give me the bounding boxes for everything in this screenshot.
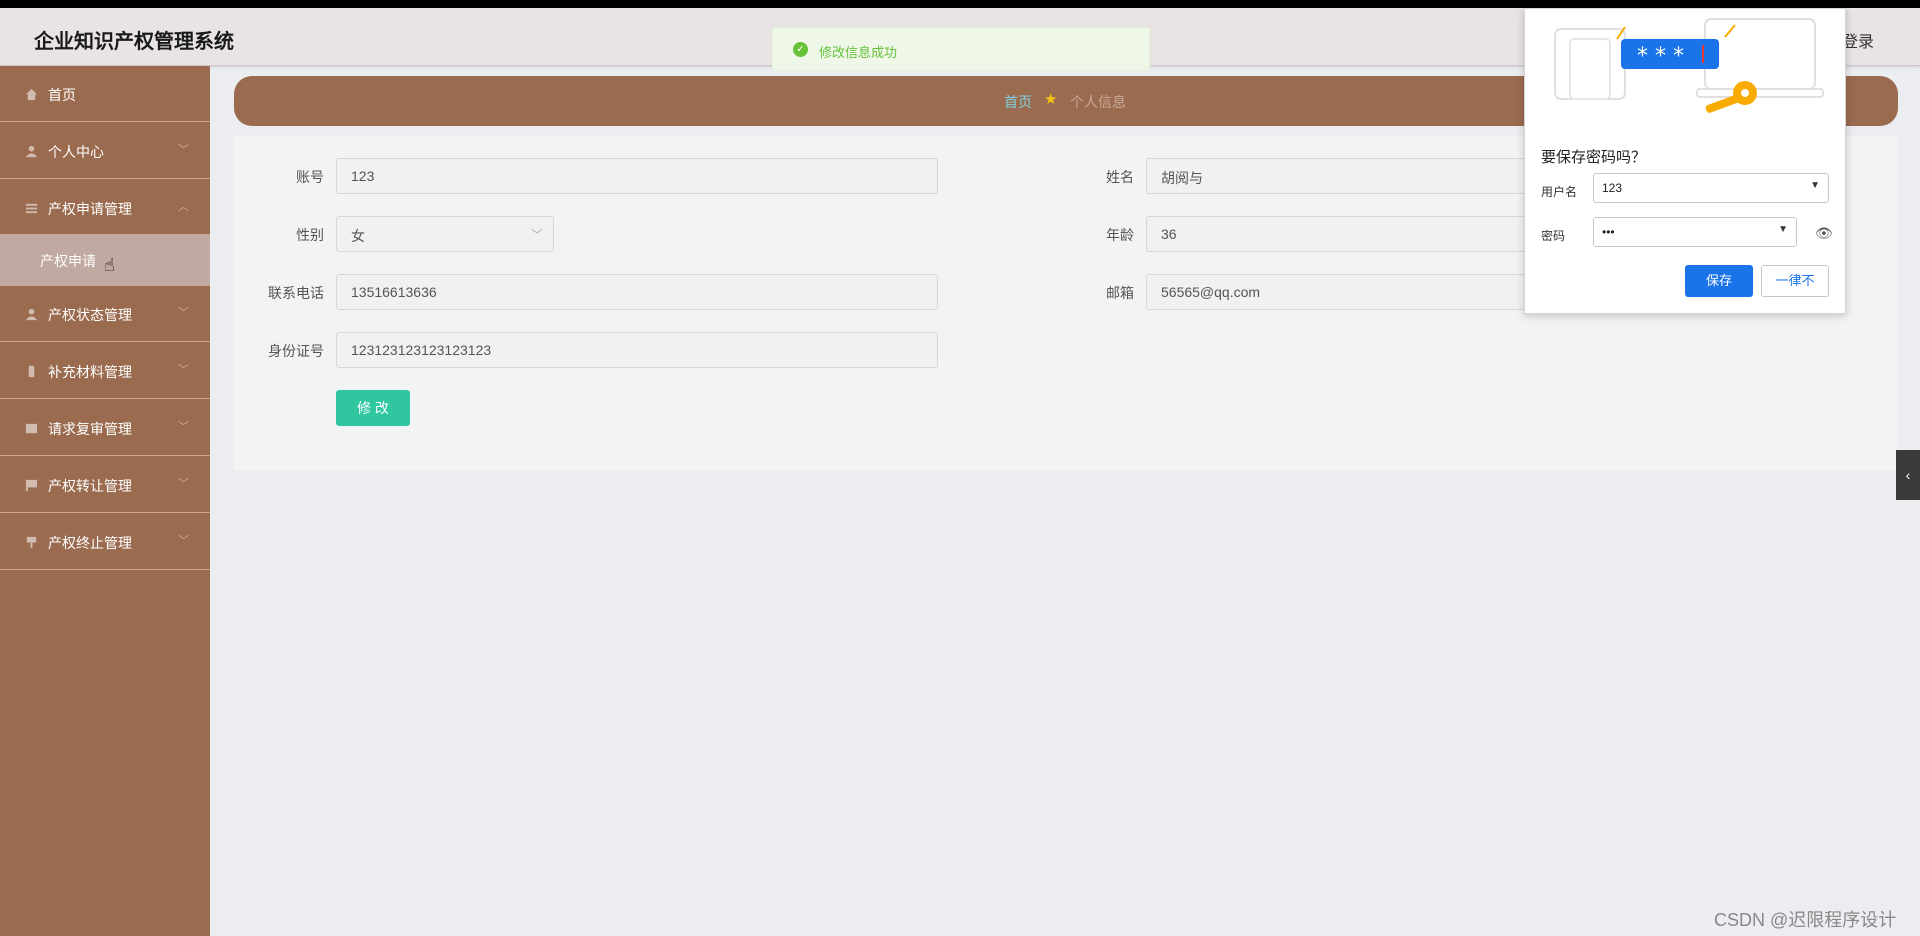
password-illustration: * * * — [1554, 18, 1824, 113]
eye-icon[interactable]: 👁 — [1815, 225, 1833, 242]
user-icon — [25, 145, 38, 158]
chevron-down-icon: ﹀ — [178, 144, 189, 156]
sidebar-subitem-label: 产权申请 — [40, 253, 96, 269]
sidebar-item-review[interactable]: 请求复审管理 ﹀ — [0, 400, 210, 456]
gender-select-value: 女 — [351, 228, 365, 244]
sidebar-item-label: 请求复审管理 — [48, 421, 132, 437]
sidebar-item-label: 补充材料管理 — [48, 364, 132, 380]
sidebar-item-home[interactable]: 首页 — [0, 66, 210, 122]
illustration-mask-text: * * * — [1637, 44, 1684, 69]
watermark: CSDN @迟限程序设计 — [1714, 910, 1897, 930]
sidebar-item-personal-center[interactable]: 个人中心 ﹀ — [0, 123, 210, 179]
sidebar-item-label: 首页 — [48, 87, 76, 103]
check-circle-icon: ✓ — [793, 42, 808, 57]
age-label: 年龄 — [1106, 227, 1134, 243]
age-field[interactable]: 36 — [1146, 216, 1526, 252]
window-top-edge — [0, 0, 1920, 8]
gender-label: 性别 — [296, 227, 324, 243]
phone-icon — [28, 365, 35, 378]
idcard-field[interactable]: 123123123123123123 — [336, 332, 938, 368]
chevron-left-icon: ‹ — [1905, 467, 1911, 483]
save-password-popup: * * * 要保存密码吗？ 用户名 123 ▼ 密码 ••• ▼ 👁 保存 一律… — [1524, 8, 1846, 314]
dropdown-arrow-icon: ▼ — [1778, 224, 1788, 235]
user-icon — [25, 308, 38, 321]
sidebar-item-termination[interactable]: 产权终止管理 ﹀ — [0, 514, 210, 570]
idcard-label: 身份证号 — [268, 343, 324, 359]
chevron-down-icon: ﹀ — [178, 421, 189, 433]
save-password-button[interactable]: 保存 — [1685, 265, 1753, 297]
password-select[interactable]: ••• ▼ — [1593, 217, 1797, 247]
chevron-up-icon: ︿ — [178, 201, 189, 213]
sidebar-item-ip-application[interactable]: 产权申请管理 ︿ — [0, 180, 210, 236]
sidebar-item-transfer[interactable]: 产权转让管理 ﹀ — [0, 457, 210, 513]
password-label: 密码 — [1541, 229, 1566, 243]
flag-icon — [25, 479, 38, 492]
email-label: 邮箱 — [1106, 285, 1134, 301]
sidebar-item-label: 产权状态管理 — [48, 307, 132, 323]
sidebar-item-label: 个人中心 — [48, 144, 104, 160]
name-field[interactable]: 胡阅与 — [1146, 158, 1526, 194]
phone-label: 联系电话 — [268, 285, 324, 301]
name-label: 姓名 — [1106, 169, 1134, 185]
email-field[interactable]: 56565@qq.com — [1146, 274, 1526, 310]
breadcrumb-home[interactable]: 首页 — [1004, 92, 1032, 112]
username-select[interactable]: 123 ▼ — [1593, 173, 1829, 203]
gender-select[interactable]: 女 ﹀ — [336, 216, 554, 252]
chevron-down-icon: ﹀ — [178, 535, 189, 547]
sidebar-item-label: 产权终止管理 — [48, 535, 132, 551]
chevron-down-icon: ﹀ — [178, 364, 189, 376]
breadcrumb-current: 个人信息 — [1070, 94, 1126, 110]
sidebar-item-ip-status[interactable]: 产权状态管理 ﹀ — [0, 286, 210, 342]
list-icon — [25, 203, 38, 214]
phone-field[interactable]: 13516613636 — [336, 274, 938, 310]
modify-button[interactable]: 修 改 — [336, 390, 410, 426]
account-label: 账号 — [296, 169, 324, 185]
popup-title: 要保存密码吗？ — [1541, 149, 1647, 166]
collapse-handle[interactable]: ‹ — [1896, 450, 1920, 500]
grid-icon — [25, 423, 38, 434]
star-icon: ★ — [1044, 91, 1058, 108]
password-value: ••• — [1602, 225, 1615, 239]
success-toast: ✓ 修改信息成功 — [772, 27, 1150, 71]
dropdown-arrow-icon: ▼ — [1810, 180, 1820, 191]
sign-icon — [26, 536, 37, 549]
chevron-down-icon: ﹀ — [531, 228, 544, 242]
chevron-down-icon: ﹀ — [178, 307, 189, 319]
sidebar-item-label: 产权转让管理 — [48, 478, 132, 494]
sidebar: 首页 个人中心 ﹀ 产权申请管理 ︿ 产权申请 产权状态管理 ﹀ 补充材料管理 … — [0, 66, 210, 936]
hand-cursor-icon: ☝ — [104, 255, 115, 275]
account-field[interactable]: 123 — [336, 158, 938, 194]
app-title: 企业知识产权管理系统 — [34, 31, 234, 53]
username-value: 123 — [1602, 181, 1623, 195]
toast-message: 修改信息成功 — [819, 45, 898, 60]
username-label: 用户名 — [1541, 185, 1578, 199]
sidebar-item-label: 产权申请管理 — [48, 201, 132, 217]
sidebar-item-supplementary[interactable]: 补充材料管理 ﹀ — [0, 343, 210, 399]
never-save-button[interactable]: 一律不 — [1761, 265, 1829, 297]
home-icon — [25, 88, 38, 101]
chevron-down-icon: ﹀ — [178, 478, 189, 490]
